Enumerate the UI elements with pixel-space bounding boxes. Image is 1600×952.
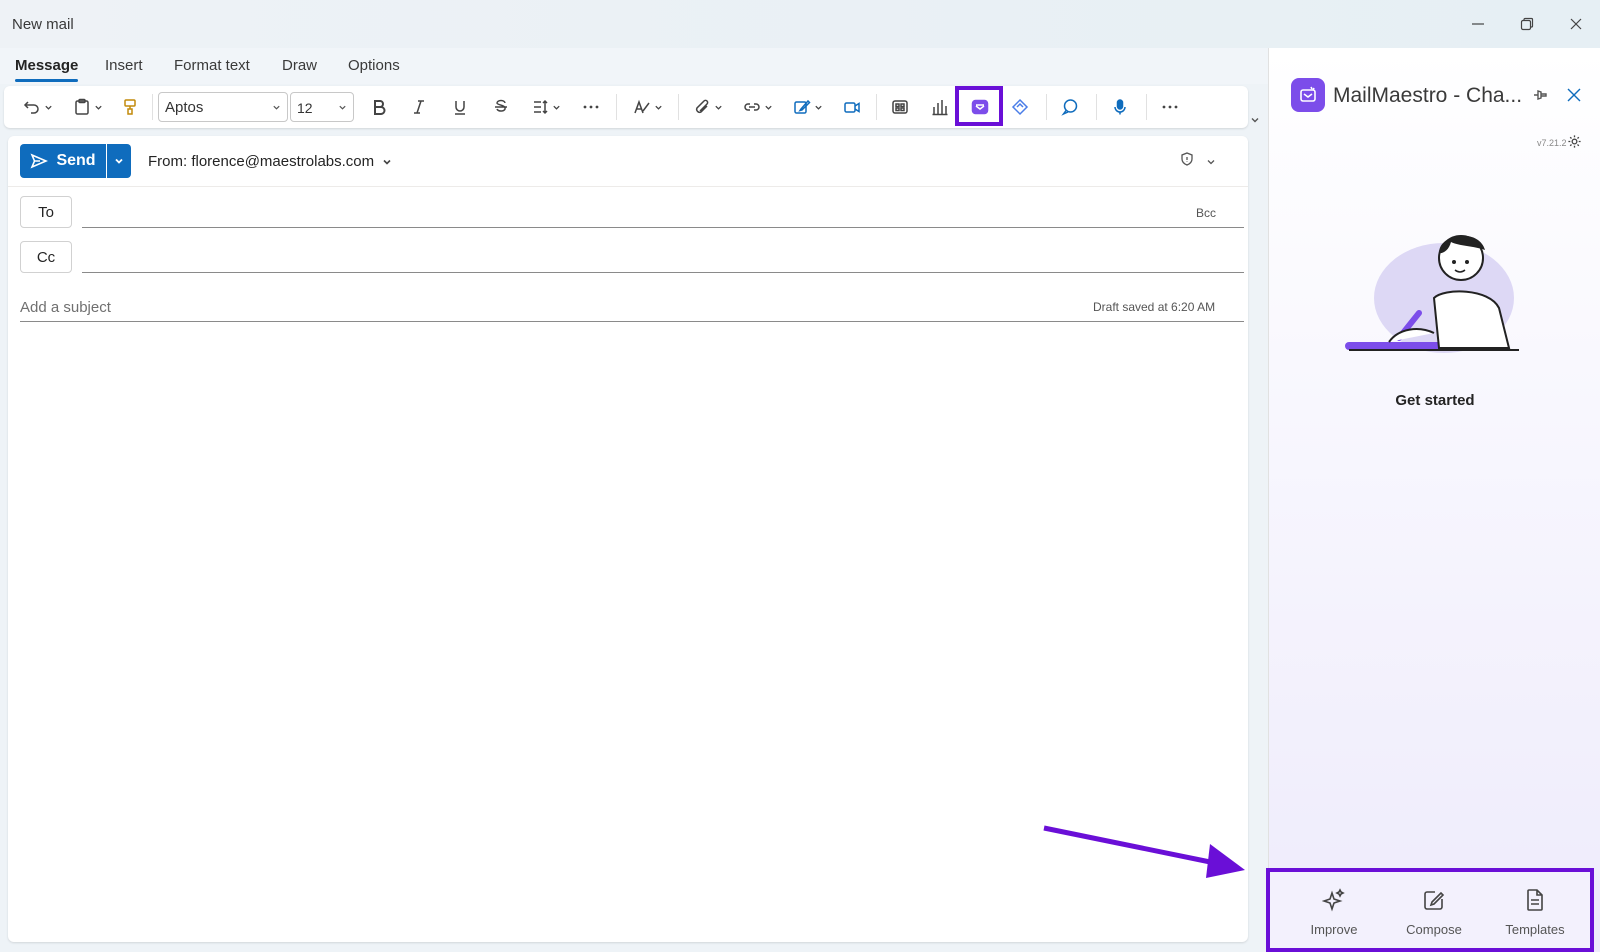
mailmaestro-logo-icon: [1291, 78, 1325, 112]
bcc-button[interactable]: Bcc: [1196, 206, 1216, 220]
document-icon: [1527, 889, 1543, 911]
format-painter-icon[interactable]: [116, 92, 144, 122]
chevron-down-icon: [383, 159, 391, 165]
subject-input[interactable]: Add a subject: [20, 299, 111, 316]
from-address: From: florence@maestrolabs.com: [148, 153, 375, 170]
title-bar: New mail: [0, 0, 1600, 48]
restore-button[interactable]: [1513, 10, 1541, 38]
get-started-illustration: [1345, 235, 1519, 353]
mailmaestro-panel: MailMaestro - Cha... v7.21.2 Get started: [1268, 48, 1600, 952]
video-meeting-icon[interactable]: [838, 92, 866, 122]
from-selector[interactable]: From: florence@maestrolabs.com: [148, 153, 392, 170]
tab-options[interactable]: Options: [348, 57, 400, 74]
version-label: v7.21.2: [1537, 138, 1567, 148]
tab-draw[interactable]: Draw: [282, 57, 317, 74]
cc-button[interactable]: Cc: [20, 241, 72, 273]
font-family-select[interactable]: Aptos: [158, 92, 288, 122]
chart-icon[interactable]: [926, 92, 954, 122]
close-panel-button[interactable]: [1565, 86, 1583, 109]
to-field[interactable]: [82, 227, 1244, 228]
minimize-button[interactable]: [1464, 10, 1492, 38]
bold-button[interactable]: [366, 92, 392, 122]
panel-title: MailMaestro - Cha...: [1333, 84, 1523, 107]
tab-insert[interactable]: Insert: [105, 57, 143, 74]
font-size-select[interactable]: 12: [290, 92, 354, 122]
send-button[interactable]: Send: [20, 144, 106, 178]
close-window-button[interactable]: [1562, 10, 1590, 38]
window-title: New mail: [12, 16, 74, 33]
comment-icon[interactable]: [1056, 92, 1084, 122]
paste-button[interactable]: [68, 92, 108, 122]
cc-field[interactable]: [82, 272, 1244, 273]
edit-icon: [1424, 891, 1445, 910]
apps-icon[interactable]: [886, 92, 914, 122]
strikethrough-button[interactable]: [488, 92, 514, 122]
improve-button[interactable]: Improve: [1289, 888, 1379, 937]
underline-button[interactable]: [447, 92, 473, 122]
font-family-value: Aptos: [165, 99, 204, 116]
send-label: Send: [56, 152, 96, 169]
panel-action-bar: Improve Compose Templates: [1266, 868, 1594, 952]
compose-label: Compose: [1406, 922, 1462, 937]
line-spacing-button[interactable]: [526, 92, 566, 122]
ribbon-tabs: Message Insert Format text Draw Options: [0, 48, 1268, 84]
signature-icon[interactable]: [788, 92, 828, 122]
to-button[interactable]: To: [20, 196, 72, 228]
tab-format-text[interactable]: Format text: [174, 57, 250, 74]
draft-status: Draft saved at 6:20 AM: [1093, 300, 1216, 314]
italic-button[interactable]: [406, 92, 432, 122]
get-started-heading: Get started: [1395, 392, 1475, 409]
undo-button[interactable]: [18, 92, 58, 122]
templates-label: Templates: [1505, 922, 1565, 937]
dictate-microphone-icon[interactable]: [1106, 92, 1134, 122]
attach-file-icon[interactable]: [688, 92, 728, 122]
send-icon: [30, 153, 49, 169]
more-format-icon[interactable]: [578, 92, 604, 122]
templates-button[interactable]: Templates: [1490, 888, 1580, 937]
link-icon[interactable]: [738, 92, 778, 122]
loop-icon[interactable]: [1006, 92, 1034, 122]
tab-message[interactable]: Message: [15, 57, 79, 82]
mailmaestro-highlight-box: [955, 86, 1003, 126]
sensitivity-dropdown-icon[interactable]: [1206, 154, 1216, 165]
settings-gear-icon[interactable]: [1567, 134, 1582, 154]
improve-label: Improve: [1310, 922, 1358, 937]
editor-icon[interactable]: [628, 92, 668, 122]
annotation-arrow: [1043, 825, 1245, 878]
more-options-icon[interactable]: [1156, 92, 1184, 122]
sensitivity-shield-icon[interactable]: [1180, 152, 1194, 166]
sparkle-icon: [1322, 888, 1345, 912]
pin-icon[interactable]: [1531, 86, 1549, 109]
send-options-button[interactable]: [107, 144, 131, 178]
ribbon-expand-icon[interactable]: [1250, 112, 1260, 123]
font-size-value: 12: [297, 100, 313, 116]
compose-button[interactable]: Compose: [1389, 888, 1479, 937]
ribbon-toolbar: Aptos 12: [4, 86, 1248, 128]
